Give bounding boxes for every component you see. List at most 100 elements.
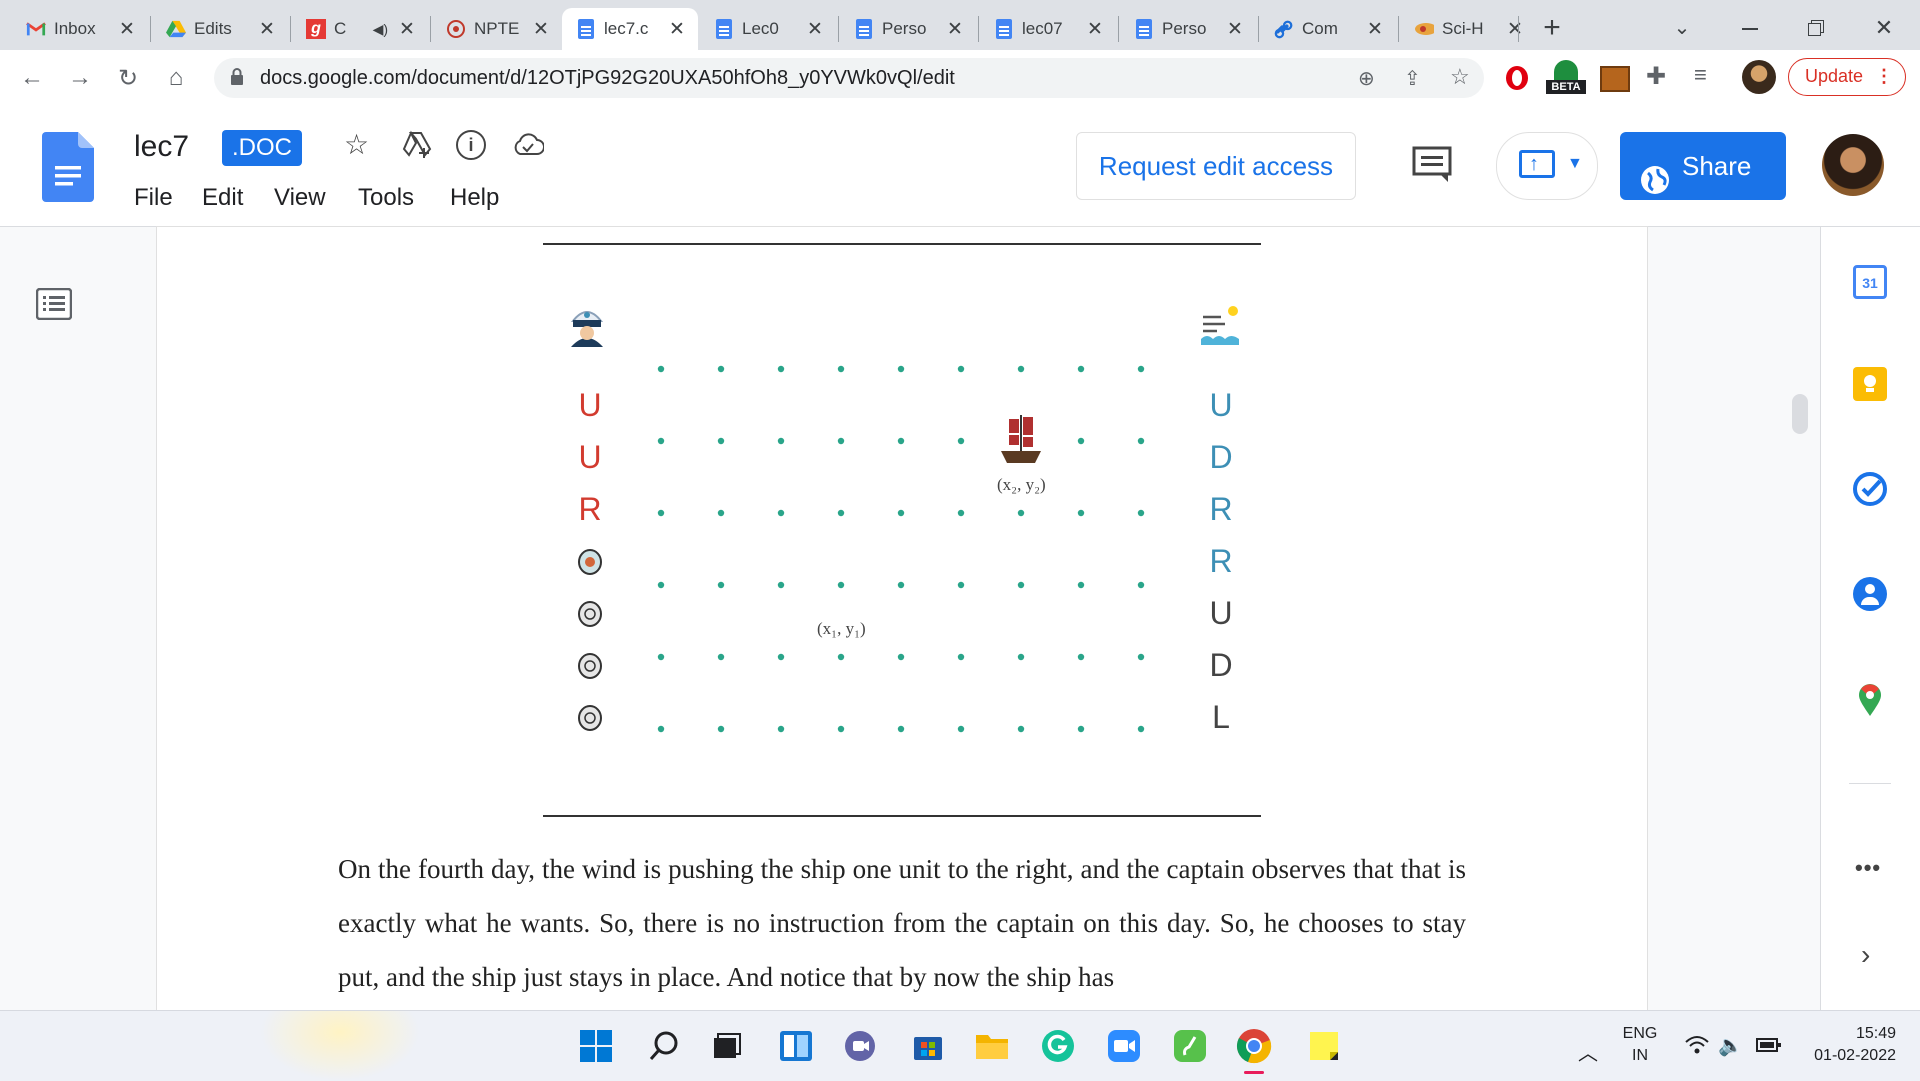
battery-icon[interactable] [1756,1035,1782,1060]
grammarly-icon[interactable] [1040,1028,1076,1064]
chevron-right-icon[interactable]: › [1861,939,1870,971]
maps-icon[interactable] [1857,683,1883,722]
widgets-icon[interactable] [778,1028,814,1064]
tab-nptel[interactable]: NPTE ✕ [432,8,562,50]
outline-icon[interactable] [35,287,73,325]
share-button[interactable]: Share [1620,132,1786,200]
zoom-app-icon[interactable] [1106,1028,1142,1064]
star-icon[interactable]: ☆ [344,128,369,161]
home-icon[interactable]: ⌂ [158,60,194,96]
minimize-icon[interactable] [1728,10,1772,46]
file-explorer-icon[interactable] [974,1028,1010,1064]
chrome-icon[interactable] [1236,1028,1272,1064]
share-page-icon[interactable]: ⇪ [1404,66,1421,91]
tab-perso-2[interactable]: Perso ✕ [1120,8,1256,50]
address-bar[interactable]: docs.google.com/document/d/12OTjPG92G20U… [214,58,1484,98]
tab-title: lec07 [1022,19,1063,38]
back-arrow-icon[interactable]: ← [14,60,50,96]
beta-extension-icon[interactable]: BETA [1546,58,1586,102]
opera-icon[interactable] [1504,64,1530,97]
captain-move: U [578,387,602,423]
contacts-icon[interactable] [1853,577,1887,611]
kebab-menu-icon[interactable]: ⋮ [1875,59,1893,94]
zoom-icon[interactable]: ⊕ [1358,66,1375,91]
language-indicator[interactable]: ENG IN [1618,1023,1662,1067]
close-icon[interactable]: ✕ [116,18,138,41]
tab-perso-1[interactable]: Perso ✕ [840,8,976,50]
scrollbar-thumb[interactable] [1792,394,1808,434]
document-body-text[interactable]: On the fourth day, the wind is pushing t… [338,842,1466,1004]
clock[interactable]: 15:49 01-02-2022 [1796,1023,1896,1067]
wifi-icon[interactable] [1684,1035,1710,1060]
forward-arrow-icon[interactable]: → [62,60,98,96]
grid-dot [1017,365,1025,373]
profile-avatar[interactable] [1742,60,1776,94]
tab-lec7-active[interactable]: lec7.c ✕ [562,8,698,50]
cloud-status-icon[interactable] [512,132,545,161]
task-view-icon[interactable] [708,1028,744,1064]
sticky-notes-icon[interactable] [1306,1028,1342,1064]
lock-icon[interactable] [230,68,244,91]
comments-icon[interactable] [1412,146,1452,189]
teams-chat-icon[interactable] [842,1028,878,1064]
label-start-position: (x₁, y₁) [817,619,866,638]
tab-scihub[interactable]: Sci-H ✕ [1400,8,1536,50]
region-code: IN [1632,1047,1648,1064]
user-avatar[interactable] [1822,134,1884,196]
menu-edit[interactable]: Edit [202,184,243,212]
chevron-down-icon[interactable]: ⌄ [1664,10,1700,46]
close-icon[interactable]: ✕ [666,18,688,41]
stay-put-coin-icon [578,653,602,684]
close-icon[interactable]: ✕ [1364,18,1386,41]
tab-lec0[interactable]: Lec0 ✕ [700,8,836,50]
close-icon[interactable]: ✕ [1084,18,1106,41]
menu-file[interactable]: File [134,184,173,212]
speaker-icon[interactable]: ◀) [373,21,388,38]
media-queue-icon[interactable]: ≡ [1694,62,1707,88]
globe-icon [1640,152,1670,220]
bookmark-star-icon[interactable]: ☆ [1450,64,1470,90]
chevron-up-icon[interactable]: ︿ [1578,1037,1598,1066]
brick-extension-icon[interactable] [1600,66,1630,92]
search-icon[interactable] [646,1028,682,1064]
menu-tools[interactable]: Tools [358,184,414,212]
tab-title: Com [1302,19,1338,38]
close-icon[interactable]: ✕ [256,18,278,41]
request-edit-access-button[interactable]: Request edit access [1076,132,1356,200]
close-icon[interactable]: ✕ [530,18,552,41]
grid-dot [957,437,965,445]
info-icon[interactable]: i [456,130,486,160]
doc-title[interactable]: lec7 [134,130,189,164]
update-button[interactable]: Update ⋮ [1788,58,1906,96]
close-icon[interactable]: ✕ [1224,18,1246,41]
menu-view[interactable]: View [274,184,326,212]
tab-separator [1258,16,1259,42]
restore-icon[interactable] [1794,10,1838,46]
tab-g[interactable]: g C ◀) ✕ [292,8,428,50]
close-icon[interactable]: ✕ [1504,18,1526,41]
caret-down-icon[interactable]: ▼ [1567,155,1583,173]
new-tab-plus-icon[interactable]: + [1534,10,1570,46]
store-icon[interactable] [910,1028,946,1064]
add-to-drive-icon[interactable] [402,130,432,163]
present-button[interactable]: ↑ ▼ [1496,132,1598,200]
close-icon[interactable]: ✕ [944,18,966,41]
close-window-icon[interactable]: ✕ [1862,10,1906,46]
close-icon[interactable]: ✕ [804,18,826,41]
calendar-icon[interactable]: 31 [1853,265,1887,299]
menu-help[interactable]: Help [450,184,499,212]
puzzle-extensions-icon[interactable]: ✚ [1646,62,1666,91]
tab-lec07[interactable]: lec07 ✕ [980,8,1116,50]
windows-start-icon[interactable] [578,1028,614,1064]
sound-app-icon[interactable] [1172,1028,1208,1064]
docs-logo-icon[interactable] [42,132,94,202]
volume-icon[interactable]: 🔈 [1718,1033,1743,1058]
tab-inbox[interactable]: Inbox ✕ [12,8,148,50]
tab-edits[interactable]: Edits ✕ [152,8,288,50]
close-icon[interactable]: ✕ [396,18,418,41]
reload-icon[interactable]: ↻ [110,60,146,96]
tab-com[interactable]: Com ✕ [1260,8,1396,50]
tasks-icon[interactable] [1852,471,1888,512]
keep-icon[interactable] [1853,367,1887,401]
more-options-icon[interactable]: ••• [1855,855,1881,881]
